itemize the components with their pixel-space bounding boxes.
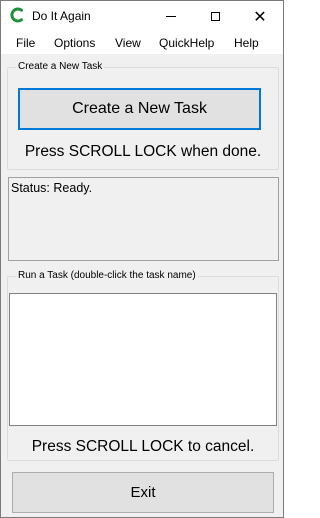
status-box: Status: Ready. (8, 177, 279, 261)
menu-file[interactable]: File (16, 36, 35, 50)
app-icon[interactable] (9, 7, 25, 23)
close-button[interactable]: ✕ (238, 1, 282, 32)
menu-options[interactable]: Options (54, 36, 95, 50)
menu-help[interactable]: Help (234, 36, 259, 50)
menu-quickhelp[interactable]: QuickHelp (159, 36, 214, 50)
menu-bar: File Options View QuickHelp Help (1, 32, 283, 54)
minimize-icon (166, 16, 176, 17)
app-window: Do It Again ✕ File Options View QuickHel… (0, 0, 284, 518)
create-task-hint: Press SCROLL LOCK when done. (24, 143, 262, 160)
menu-view[interactable]: View (115, 36, 141, 50)
create-new-task-button[interactable]: Create a New Task (18, 88, 261, 130)
run-task-group-label: Run a Task (double-click the task name) (16, 269, 198, 283)
minimize-button[interactable] (149, 1, 193, 32)
exit-button[interactable]: Exit (12, 472, 274, 513)
maximize-button[interactable] (193, 1, 237, 32)
close-icon: ✕ (253, 6, 267, 26)
run-task-hint: Press SCROLL LOCK to cancel. (31, 438, 255, 455)
task-list[interactable] (9, 293, 277, 426)
create-task-group-label: Create a New Task (16, 60, 105, 74)
maximize-icon (210, 12, 220, 21)
title-bar[interactable]: Do It Again ✕ (1, 1, 283, 32)
window-title: Do It Again (32, 9, 91, 23)
status-text: Status: Ready. (11, 181, 93, 195)
